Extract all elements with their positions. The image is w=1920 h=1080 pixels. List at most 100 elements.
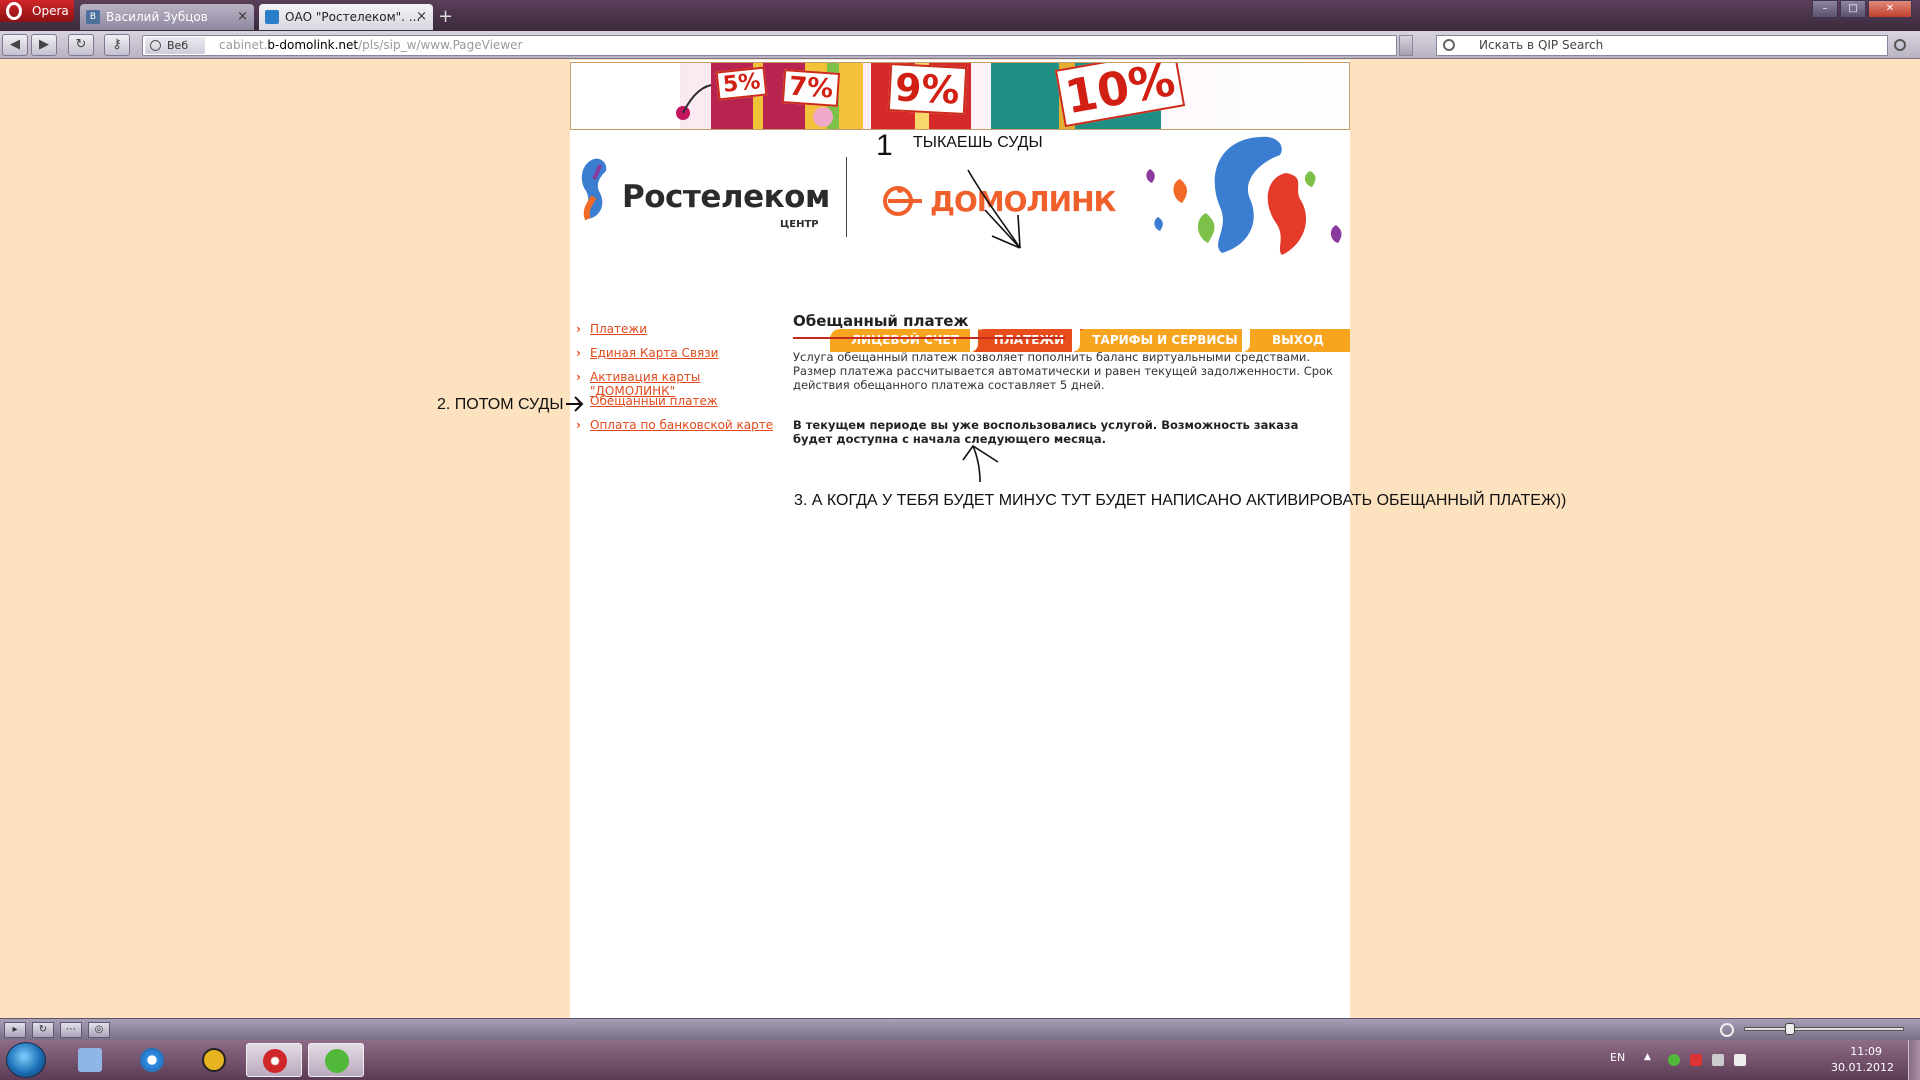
- rostelecom-favicon-icon: [265, 10, 279, 24]
- taskbar-explorer[interactable]: [62, 1043, 118, 1077]
- search-icon: [1443, 39, 1455, 51]
- zoom-slider-handle[interactable]: [1785, 1023, 1795, 1035]
- url-dropdown-button[interactable]: [1399, 35, 1413, 56]
- qip-tray-icon[interactable]: [1668, 1054, 1680, 1066]
- search-placeholder: Искать в QIP Search: [1479, 38, 1604, 52]
- close-window-button[interactable]: ✕: [1868, 0, 1912, 18]
- promo-tag-7: 7%: [781, 69, 841, 107]
- network-icon[interactable]: [1712, 1054, 1724, 1066]
- clock-date[interactable]: 30.01.2012: [1831, 1061, 1894, 1074]
- service-description: Услуга обещанный платеж позволяет пополн…: [793, 350, 1334, 392]
- rostelecom-region: ЦЕНТР: [780, 219, 819, 230]
- left-menu-item-promised-payment: › Обещанный платеж: [576, 394, 786, 418]
- web-badge[interactable]: Веб: [145, 37, 205, 54]
- title-underline: [793, 337, 1065, 339]
- globe-icon: [150, 40, 161, 51]
- clock-time[interactable]: 11:09: [1850, 1045, 1882, 1058]
- left-menu-item-bank-card: › Оплата по банковской карте: [576, 418, 786, 442]
- taskbar-opera[interactable]: [246, 1043, 302, 1077]
- app-icon: [202, 1048, 226, 1072]
- windows-taskbar: EN ▲ 11:09 30.01.2012: [0, 1040, 1920, 1080]
- web-badge-label: Веб: [167, 39, 189, 52]
- forward-button[interactable]: ▶: [31, 34, 57, 56]
- sync-button[interactable]: ↻: [32, 1022, 54, 1038]
- minimize-button[interactable]: –: [1812, 0, 1838, 18]
- main-content: Обещанный платеж Услуга обещанный платеж…: [793, 312, 1335, 446]
- chevron-right-icon: ›: [576, 394, 581, 408]
- browser-status-bar: ▸ ↻ ⋯ ◎: [0, 1018, 1920, 1040]
- url-path: /pls/sip_w/www.PageViewer: [358, 38, 523, 52]
- unite-button[interactable]: ⋯: [60, 1022, 82, 1038]
- chevron-right-icon: ›: [576, 346, 581, 360]
- chevron-right-icon: ›: [576, 418, 581, 432]
- opera-menu-label: Opera: [32, 4, 69, 18]
- search-input[interactable]: Искать в QIP Search: [1436, 35, 1888, 56]
- language-indicator[interactable]: EN: [1610, 1051, 1625, 1064]
- tab-vk[interactable]: В Василий Зубцов ×: [80, 4, 254, 30]
- zoom-slider[interactable]: [1744, 1023, 1904, 1035]
- explorer-icon: [78, 1048, 102, 1072]
- back-button[interactable]: ◀: [2, 34, 28, 56]
- start-button[interactable]: [6, 1042, 46, 1078]
- promo-banner[interactable]: 5% 7% 9% 10%: [570, 62, 1350, 130]
- left-menu-link[interactable]: Оплата по банковской карте: [590, 418, 773, 432]
- url-domain: b-domolink.net: [267, 38, 359, 52]
- chevron-right-icon: ›: [576, 322, 581, 336]
- url-input[interactable]: Веб cabinet.b-domolink.net/pls/sip_w/www…: [142, 35, 1397, 56]
- header-divider: [846, 157, 847, 237]
- tab-rostelecom[interactable]: ОАО "Ростелеком". ... ×: [259, 4, 433, 30]
- reload-button[interactable]: ↻: [68, 34, 94, 56]
- opera-menu-button[interactable]: Opera: [0, 0, 74, 22]
- qip-icon: [325, 1049, 349, 1073]
- close-tab-icon[interactable]: ×: [237, 4, 248, 30]
- annotation-step-number-1: 1: [876, 129, 893, 162]
- taskbar-internet-explorer[interactable]: [124, 1043, 180, 1077]
- taskbar-app3[interactable]: [186, 1043, 242, 1077]
- search-go-icon[interactable]: [1894, 39, 1906, 51]
- url-prefix: cabinet.: [219, 38, 268, 52]
- action-center-icon[interactable]: [1690, 1054, 1702, 1066]
- annotation-step-2: 2. ПОТОМ СУДЫ: [437, 396, 564, 413]
- web-page: 5% 7% 9% 10% Ростелеком ЦЕНТР ДОМОЛИНК Л…: [570, 60, 1350, 1018]
- colorful-logo-decoration: [1146, 136, 1342, 255]
- new-tab-button[interactable]: +: [438, 6, 453, 27]
- left-menu-link[interactable]: Платежи: [590, 322, 647, 336]
- system-tray: EN ▲ 11:09 30.01.2012: [1590, 1040, 1920, 1080]
- opera-logo-icon: [6, 2, 22, 20]
- volume-icon[interactable]: [1734, 1054, 1746, 1066]
- tray-expand-icon[interactable]: ▲: [1644, 1052, 1656, 1064]
- chevron-right-icon: ›: [576, 370, 581, 384]
- domolink-brand: ДОМОЛИНК: [930, 185, 1116, 218]
- opera-icon: [263, 1049, 287, 1073]
- taskbar-qip[interactable]: [308, 1043, 364, 1077]
- turbo-button[interactable]: ◎: [88, 1022, 110, 1038]
- left-menu-item-unified-card: › Единая Карта Связи: [576, 346, 786, 370]
- url-text: cabinet.b-domolink.net/pls/sip_w/www.Pag…: [219, 36, 522, 55]
- panel-toggle-button[interactable]: ▸: [4, 1022, 26, 1038]
- left-menu-item-payments: › Платежи: [576, 322, 786, 346]
- page-title: Обещанный платеж: [793, 312, 969, 330]
- key-icon-button[interactable]: ⚷: [104, 34, 130, 56]
- annotation-step-1: ТЫКАЕШЬ СУДЫ: [913, 134, 1043, 151]
- vk-favicon-icon: В: [86, 10, 100, 24]
- tab-label: ОАО "Ростелеком". ...: [285, 10, 421, 24]
- rostelecom-logo-icon: [581, 158, 607, 221]
- browser-tab-bar: Opera В Василий Зубцов × ОАО "Ростелеком…: [0, 0, 1920, 31]
- left-menu-link[interactable]: Обещанный платеж: [590, 394, 718, 408]
- promo-tag-5: 5%: [715, 66, 768, 101]
- zoom-icon: [1720, 1023, 1734, 1037]
- rostelecom-brand: Ростелеком: [622, 179, 830, 215]
- domolink-logo-icon: [883, 186, 922, 216]
- left-menu-link[interactable]: Единая Карта Связи: [590, 346, 718, 360]
- internet-explorer-icon: [140, 1048, 164, 1072]
- left-menu-item-card-activation: › Активация карты "ДОМОЛИНК": [576, 370, 786, 398]
- window-controls: – □ ✕: [1812, 0, 1912, 18]
- show-desktop-button[interactable]: [1908, 1040, 1920, 1080]
- address-toolbar: ◀ ▶ ↻ ⚷ Веб cabinet.b-domolink.net/pls/s…: [0, 31, 1920, 59]
- maximize-button[interactable]: □: [1840, 0, 1866, 18]
- left-menu: › Платежи › Единая Карта Связи › Активац…: [576, 322, 786, 442]
- tab-label: Василий Зубцов: [106, 10, 208, 24]
- close-tab-icon[interactable]: ×: [416, 4, 427, 30]
- site-header: Ростелеком ЦЕНТР ДОМОЛИНК ЛИЦЕВОЙ СЧЕТ П…: [570, 133, 1350, 352]
- promo-tag-9: 9%: [887, 63, 967, 115]
